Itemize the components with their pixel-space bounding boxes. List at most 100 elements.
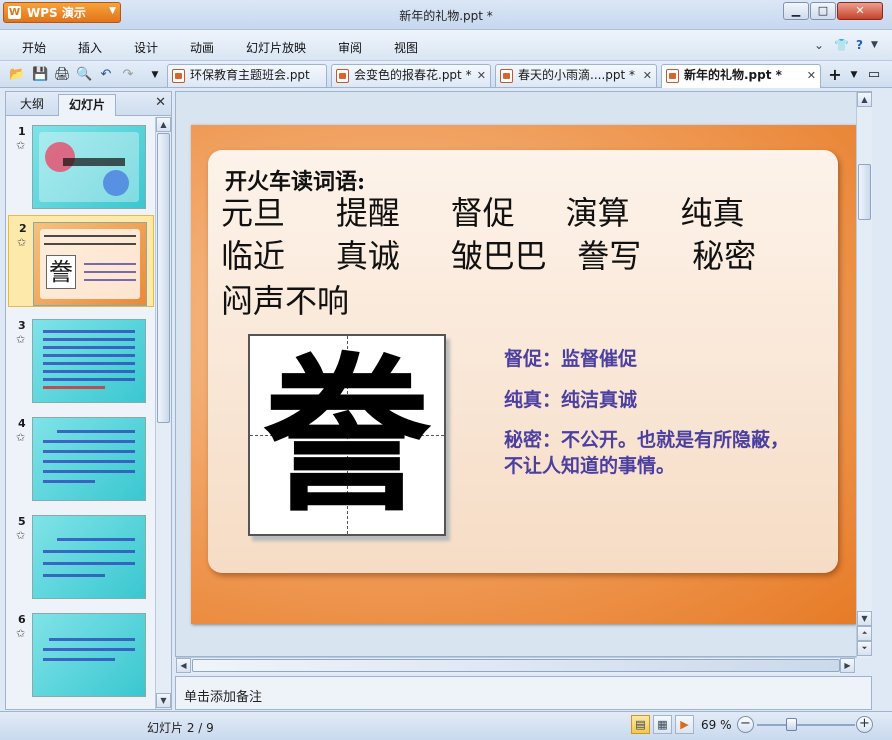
slide-thumbnail-2[interactable]: 誊 [33,222,147,306]
menu-design[interactable]: 设计 [134,39,158,56]
thumbnail-decoration [45,142,75,172]
zoom-slider[interactable] [757,724,855,726]
new-tab-icon[interactable]: + [827,67,843,83]
slide-number: 4 [18,417,26,430]
tab-bar: 📂 💾 🖨 🔍 ↶ ↷ ▼ 环保教育主题班会.ppt 会变色的报春花.ppt *… [0,60,892,88]
notes-pane[interactable]: 单击添加备注 [175,676,872,710]
slide-number: 5 [18,515,26,528]
previous-slide-button[interactable]: ⏶ [857,626,872,641]
close-tab-icon[interactable]: ✕ [643,65,652,86]
zoom-slider-handle[interactable] [785,718,797,731]
scrollbar-thumb[interactable] [157,133,170,423]
document-tab-1[interactable]: 环保教育主题班会.ppt [167,64,327,87]
scroll-left-button[interactable]: ◀ [176,658,191,673]
thumbnail-line [44,243,136,245]
thumbnail-line [43,562,135,565]
thumbnail-line [43,470,135,473]
definition-1[interactable]: 督促：监督催促 [504,346,804,372]
thumbnail-line [57,538,135,541]
editor-vertical-scrollbar[interactable]: ▲ ▼ ⏶ ⏷ [856,92,872,658]
scroll-up-button[interactable]: ▲ [857,92,872,107]
window-layout-icon[interactable]: ▭ [866,67,882,83]
scroll-right-button[interactable]: ▶ [840,658,855,673]
collapse-ribbon-icon[interactable]: ⌄ [814,38,824,52]
maximize-button[interactable]: □ [810,2,836,20]
editor-horizontal-scrollbar[interactable]: ◀ ▶ [176,657,856,674]
menu-animation[interactable]: 动画 [190,39,214,56]
undo-icon[interactable]: ↶ [98,67,114,83]
help-icon[interactable]: ? [856,38,863,52]
close-window-button[interactable]: ✕ [837,2,883,20]
normal-view-icon: ▤ [635,718,646,731]
menu-review[interactable]: 审阅 [338,39,362,56]
next-slide-button[interactable]: ⏷ [857,641,872,656]
definition-2[interactable]: 纯真：纯洁真诚 [504,387,804,413]
document-tab-4[interactable]: 新年的礼物.ppt * ✕ [661,64,821,88]
document-tab-2[interactable]: 会变色的报春花.ppt * ✕ [331,64,491,87]
scroll-down-button[interactable]: ▼ [156,693,171,708]
character-grid-box[interactable]: 誊 [248,334,446,536]
save-icon[interactable]: 💾 [32,67,48,83]
slideshow-view-button[interactable]: ▶ [675,715,694,734]
slide-sorter-view-button[interactable]: ▦ [653,715,672,734]
slide-thumbnail-3[interactable] [32,319,146,403]
tab-outline[interactable]: 大纲 [10,94,54,116]
slide-thumbnail-list: 1 ✩ 2 ✩ 誊 3 ✩ 4 ✩ 5 ✩ 6 ✩ [6,117,154,709]
scrollbar-thumb[interactable] [858,164,871,220]
tab-slides[interactable]: 幻灯片 [58,94,116,116]
close-panel-icon[interactable]: ✕ [155,95,166,110]
redo-icon[interactable]: ↷ [120,67,136,83]
scroll-up-button[interactable]: ▲ [156,117,171,132]
zoom-in-button[interactable]: + [856,716,873,733]
ppt-file-icon [336,69,349,83]
slide-thumbnail-5[interactable] [32,515,146,599]
tab-list-icon[interactable]: ▼ [846,67,862,83]
definition-3[interactable]: 秘密：不公开。也就是有所隐蔽，不让人知道的事情。 [504,427,804,479]
title-bar: W WPS 演示 ▼ 新年的礼物.ppt * ▁ □ ✕ [0,0,892,30]
thumbnail-scrollbar[interactable]: ▲ ▼ [155,117,171,709]
zoom-out-button[interactable]: − [737,716,754,733]
print-preview-icon[interactable]: 🔍 [76,67,92,83]
slide-canvas[interactable]: 开火车读词语: 元旦 提醒 督促 演算 纯真 临近 真诚 皱巴巴 誊写 秘密 闷… [191,125,856,624]
slide-editing-area: 开火车读词语: 元旦 提醒 督促 演算 纯真 临近 真诚 皱巴巴 誊写 秘密 闷… [175,91,872,674]
slide-thumbnail-row[interactable]: 4 ✩ [8,411,154,503]
scrollbar-thumb[interactable] [192,659,840,672]
minimize-button[interactable]: ▁ [783,2,809,20]
slide-thumbnail-row[interactable]: 2 ✩ 誊 [8,215,154,307]
thumbnail-line [44,235,136,237]
slide-thumbnail-1[interactable] [32,125,146,209]
ppt-file-icon [666,69,679,83]
slide-thumbnail-row[interactable]: 6 ✩ [8,607,154,699]
ppt-file-icon [500,69,513,83]
menu-slideshow[interactable]: 幻灯片放映 [246,39,306,56]
close-tab-icon[interactable]: ✕ [807,65,816,86]
thumbnail-line [43,450,135,453]
menu-view[interactable]: 视图 [394,39,418,56]
plus-icon: + [859,716,870,731]
skin-icon[interactable]: 👕 [834,38,849,52]
zoom-level: 69 % [701,718,732,732]
print-icon[interactable]: 🖨 [54,67,71,83]
slide-thumbnail-row[interactable]: 3 ✩ [8,313,154,405]
thumbnail-line [84,263,136,265]
document-tab-3[interactable]: 春天的小雨滴....ppt * ✕ [495,64,657,87]
menu-insert[interactable]: 插入 [78,39,102,56]
slide-thumbnail-row[interactable]: 1 ✩ [8,119,154,211]
vocabulary-line-2[interactable]: 临近 真诚 皱巴巴 誊写 秘密 [221,231,831,277]
vocabulary-line-1[interactable]: 元旦 提醒 督促 演算 纯真 [221,188,831,234]
normal-view-button[interactable]: ▤ [631,715,650,734]
help-dropdown-icon[interactable]: ▼ [871,40,878,50]
slide-thumbnail-6[interactable] [32,613,146,697]
minimize-icon: ▁ [791,4,801,17]
thumbnail-line [43,460,135,463]
open-folder-icon[interactable]: 📂 [9,67,25,83]
thumbnail-decoration [103,170,129,196]
slide-thumbnail-4[interactable] [32,417,146,501]
vocabulary-line-3[interactable]: 闷声不响 [221,276,831,322]
notes-placeholder: 单击添加备注 [184,690,263,705]
menu-home[interactable]: 开始 [22,39,46,56]
scroll-down-button[interactable]: ▼ [857,611,872,626]
customize-toolbar-icon[interactable]: ▼ [147,67,163,83]
slide-thumbnail-row[interactable]: 5 ✩ [8,509,154,601]
close-tab-icon[interactable]: ✕ [477,65,486,86]
